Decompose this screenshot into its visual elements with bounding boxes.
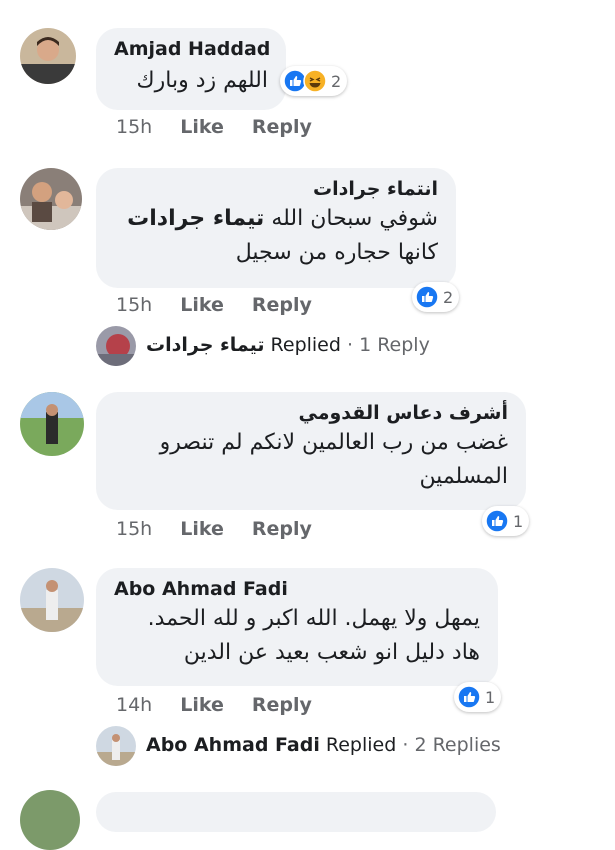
reply-author: تيماء جرادات	[146, 334, 265, 356]
comment-author[interactable]: Abo Ahmad Fadi	[114, 578, 480, 600]
reply-button[interactable]: Reply	[252, 294, 312, 316]
comment-text-line: كانها حجاره من سجيل	[235, 240, 438, 265]
avatar[interactable]	[20, 28, 76, 84]
comment-actions: 14h Like Reply	[116, 694, 340, 716]
reply-button[interactable]: Reply	[252, 116, 312, 138]
separator: ·	[402, 734, 409, 756]
timestamp[interactable]: 15h	[116, 518, 152, 540]
timestamp[interactable]: 15h	[116, 294, 152, 316]
replies-link[interactable]: Abo Ahmad Fadi Replied · 2 Replies	[146, 734, 501, 756]
reply-avatar[interactable]	[96, 726, 136, 766]
like-button[interactable]: Like	[180, 294, 224, 316]
comment-bubble: Amjad Haddad اللهم زد وبارك	[96, 28, 286, 110]
comment-text-line: المسلمين	[419, 464, 508, 489]
like-button[interactable]: Like	[180, 116, 224, 138]
avatar[interactable]	[20, 168, 82, 230]
timestamp[interactable]: 14h	[116, 694, 152, 716]
avatar[interactable]	[20, 790, 80, 850]
comment-author[interactable]: انتماء جرادات	[114, 178, 438, 200]
replied-label: Replied	[325, 734, 397, 756]
comment-actions: 15h Like Reply	[116, 116, 340, 138]
comment-bubble: أشرف دعاس القدومي غضب من رب العالمين لان…	[96, 392, 526, 510]
comment-text-line: شوفي سبحان الله	[271, 206, 438, 231]
replied-label: Replied	[270, 334, 341, 356]
comment-author[interactable]: أشرف دعاس القدومي	[114, 402, 509, 424]
reply-button[interactable]: Reply	[252, 694, 312, 716]
reaction-count: 1	[513, 511, 524, 531]
comment-text-line: يمهل ولا يهمل. الله اكبر و لله الحمد.	[147, 606, 480, 631]
haha-icon	[303, 69, 327, 93]
like-button[interactable]: Like	[180, 694, 224, 716]
replies-link[interactable]: تيماء جرادات Replied · 1 Reply	[146, 334, 430, 356]
comment-bubble: Abo Ahmad Fadi يمهل ولا يهمل. الله اكبر …	[96, 568, 498, 686]
separator: ·	[346, 334, 354, 356]
reaction-summary[interactable]: 1	[454, 682, 502, 712]
comment-text: شوفي سبحان الله تيماء جرادات	[114, 202, 438, 236]
like-icon	[457, 685, 481, 709]
comment-bubble: انتماء جرادات شوفي سبحان الله تيماء جراد…	[96, 168, 456, 288]
reaction-count: 1	[485, 687, 496, 707]
comment-bubble	[96, 792, 496, 832]
reaction-count: 2	[443, 287, 454, 307]
reaction-summary[interactable]: 2	[280, 66, 348, 96]
reply-author: Abo Ahmad Fadi	[146, 734, 320, 756]
reply-count: 2 Replies	[414, 734, 501, 756]
comment-text-line: غضب من رب العالمين لانكم لم تنصرو	[159, 430, 508, 455]
comment-actions: 15h Like Reply	[116, 518, 340, 540]
reply-avatar[interactable]	[96, 326, 136, 366]
comment-text-line: هاد دليل انو شعب بعيد عن الدين	[183, 640, 480, 665]
like-icon	[485, 509, 509, 533]
reply-count: 1 Reply	[359, 334, 430, 356]
reaction-count: 2	[331, 71, 342, 91]
like-icon	[415, 285, 439, 309]
tagged-user[interactable]: تيماء جرادات	[127, 206, 264, 231]
comment-actions: 15h Like Reply	[116, 294, 340, 316]
avatar[interactable]	[20, 568, 84, 632]
comment-author[interactable]: Amjad Haddad	[114, 38, 270, 60]
reaction-summary[interactable]: 2	[412, 282, 460, 312]
timestamp[interactable]: 15h	[116, 116, 152, 138]
avatar[interactable]	[20, 392, 84, 456]
like-button[interactable]: Like	[180, 518, 224, 540]
reaction-summary[interactable]: 1	[482, 506, 530, 536]
reply-button[interactable]: Reply	[252, 518, 312, 540]
comment-text: اللهم زد وبارك	[136, 68, 269, 93]
